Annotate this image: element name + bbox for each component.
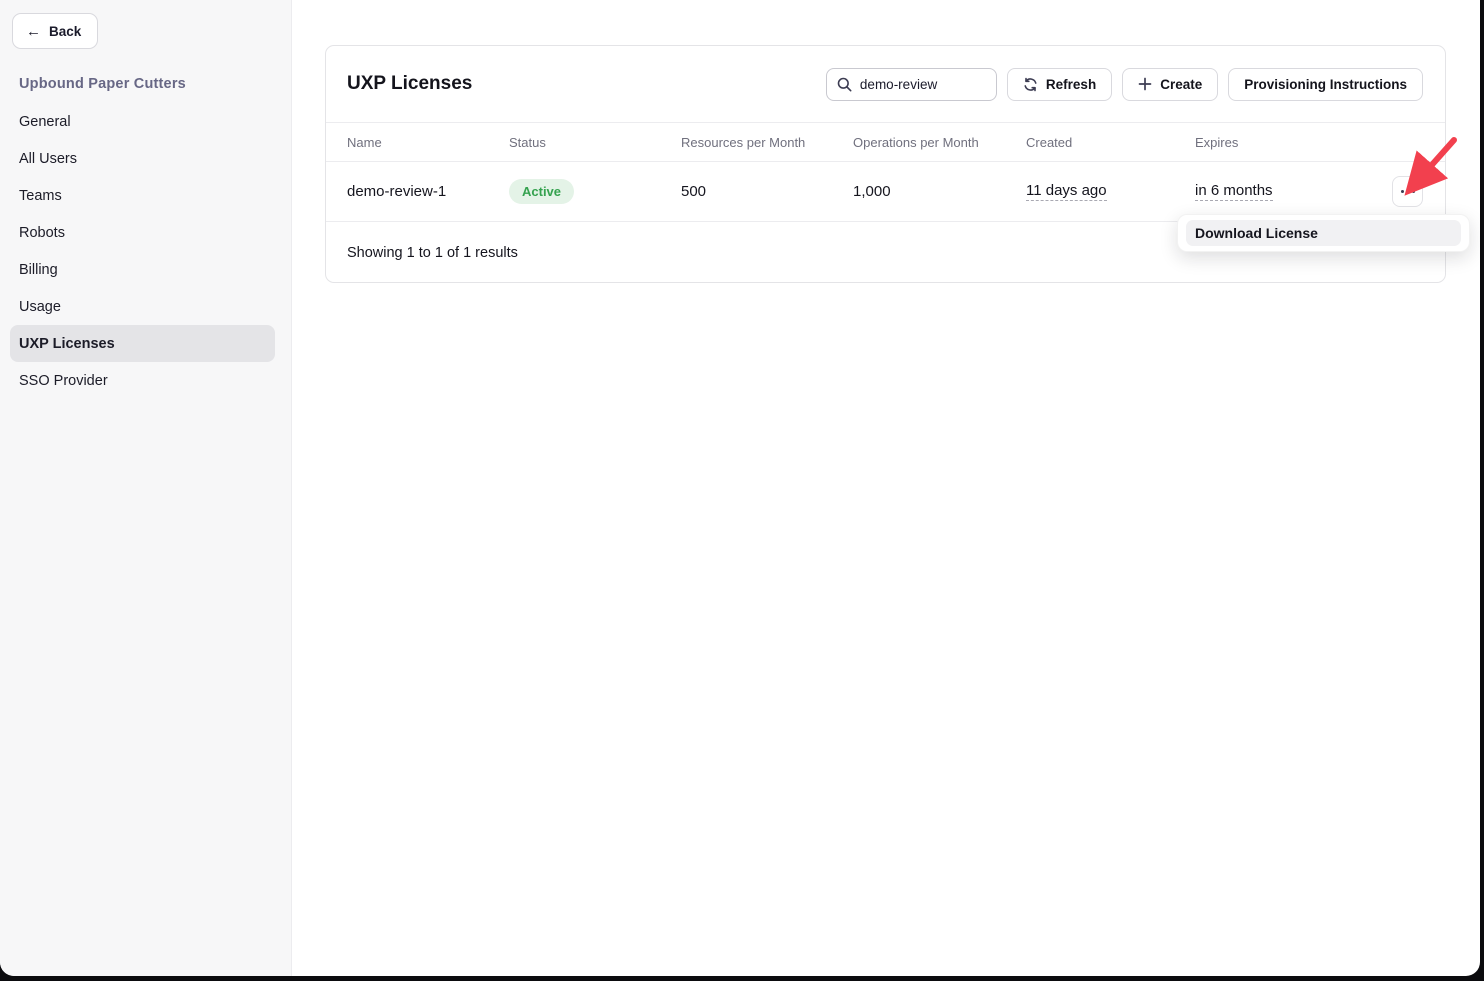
sidebar-item-general[interactable]: General [10,103,275,140]
column-header-operations: Operations per Month [853,135,1026,150]
sidebar-item-robots[interactable]: Robots [10,214,275,251]
refresh-button[interactable]: Refresh [1007,68,1112,101]
results-count-text: Showing 1 to 1 of 1 results [347,245,518,261]
expires-relative-time: in 6 months [1195,182,1273,201]
sidebar-item-teams[interactable]: Teams [10,177,275,214]
cell-actions [1392,176,1445,207]
search-icon [837,77,852,92]
cell-expires: in 6 months [1195,182,1375,201]
cell-created: 11 days ago [1026,182,1195,201]
column-header-resources: Resources per Month [681,135,853,150]
create-button-label: Create [1160,77,1202,92]
status-badge: Active [509,179,574,204]
sidebar-item-sso-provider[interactable]: SSO Provider [10,362,275,399]
organization-heading: Upbound Paper Cutters [19,76,186,92]
sidebar-item-usage[interactable]: Usage [10,288,275,325]
cell-operations: 1,000 [853,183,1026,200]
back-button-label: Back [49,24,81,39]
plus-icon [1138,77,1152,91]
search-input[interactable] [860,77,986,92]
cell-status: Active [509,179,681,204]
row-actions-menu-button[interactable] [1392,176,1423,207]
sidebar-item-uxp-licenses[interactable]: UXP Licenses [10,325,275,362]
create-button[interactable]: Create [1122,68,1218,101]
table-header: Name Status Resources per Month Operatio… [326,123,1445,162]
cell-name: demo-review-1 [347,183,509,200]
app-window: ← Back Upbound Paper Cutters General All… [0,0,1480,976]
provisioning-instructions-button[interactable]: Provisioning Instructions [1228,68,1423,101]
column-header-created: Created [1026,135,1195,150]
ellipsis-icon [1401,190,1404,193]
sidebar-nav: General All Users Teams Robots Billing U… [10,103,275,399]
sidebar-item-all-users[interactable]: All Users [10,140,275,177]
menu-item-download-license[interactable]: Download License [1186,220,1461,246]
toolbar: Refresh Create Provisioning Instructions [826,68,1423,101]
card-header: UXP Licenses Refresh [326,46,1445,123]
provisioning-instructions-label: Provisioning Instructions [1244,77,1407,92]
cell-resources: 500 [681,183,853,200]
page-title: UXP Licenses [347,73,472,95]
sidebar-item-billing[interactable]: Billing [10,251,275,288]
search-box [826,68,997,101]
refresh-button-label: Refresh [1046,77,1096,92]
column-header-expires: Expires [1195,135,1375,150]
back-button[interactable]: ← Back [12,13,98,49]
created-relative-time: 11 days ago [1026,182,1107,201]
refresh-icon [1023,77,1038,92]
column-header-status: Status [509,135,681,150]
sidebar: ← Back Upbound Paper Cutters General All… [0,0,292,976]
table-row: demo-review-1 Active 500 1,000 11 days a… [326,162,1445,222]
back-arrow-icon: ← [26,24,41,39]
row-actions-menu: Download License [1177,214,1470,252]
column-header-name: Name [347,135,509,150]
